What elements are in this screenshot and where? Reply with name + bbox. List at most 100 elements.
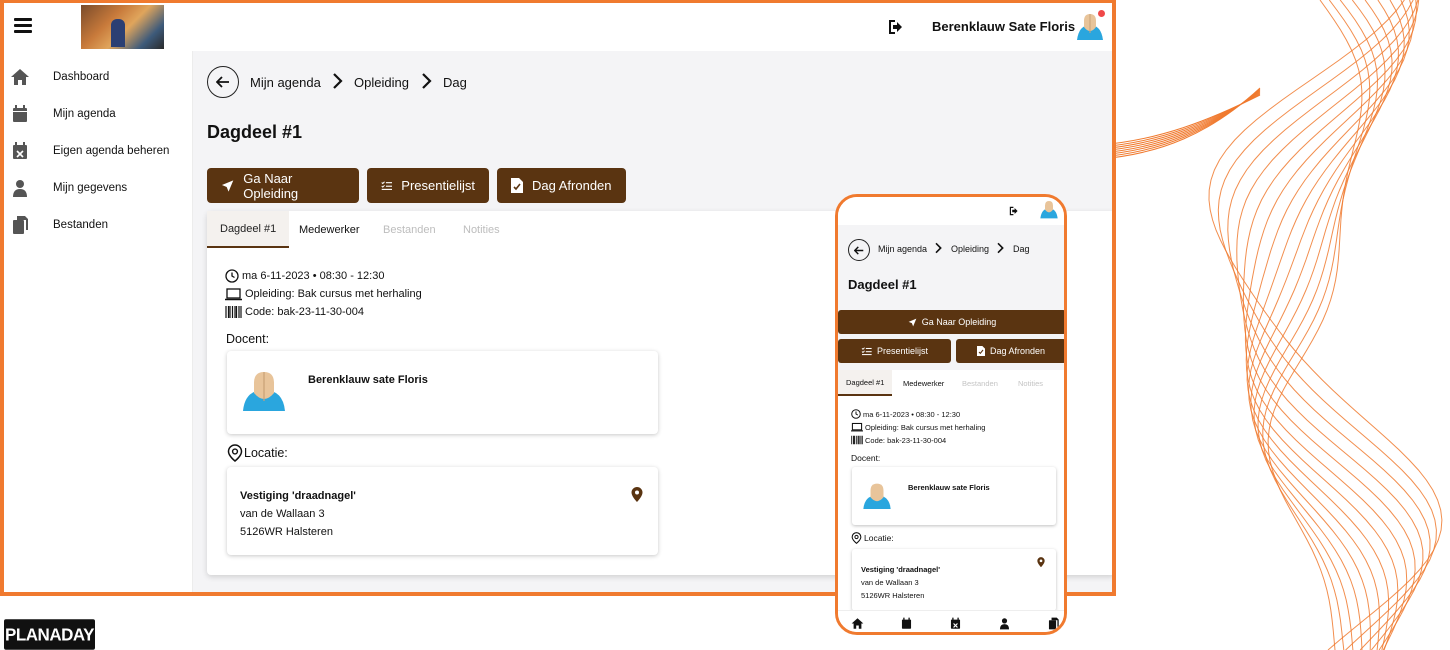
attendance-list-button[interactable]: Presentielijst <box>838 339 951 363</box>
docent-label: Docent: <box>226 332 270 346</box>
files-icon <box>13 216 28 234</box>
mobile-back-button[interactable] <box>848 239 870 261</box>
code-row: Code: bak-23-11-30-004 <box>225 305 364 319</box>
finish-day-label: Dag Afronden <box>532 178 612 193</box>
wave-line <box>1262 0 1371 650</box>
location-street: van de Wallaan 3 <box>861 578 919 587</box>
code-text: Code: bak-23-11-30-004 <box>245 306 365 318</box>
tab-notities: Notities <box>463 223 500 236</box>
top-bar: Berenklauw Sate Floris <box>4 3 1112 51</box>
map-pin-outline-icon <box>227 444 243 462</box>
training-text: Opleiding: Bak cursus met herhaling <box>245 288 422 300</box>
navigation-arrow-icon <box>221 179 234 192</box>
breadcrumb-opleiding[interactable]: Opleiding <box>951 244 989 254</box>
file-check-icon <box>976 346 985 356</box>
sidebar-item-label: Mijn gegevens <box>53 182 128 194</box>
laptop-icon <box>851 422 863 432</box>
sidebar-item-mijn-gegevens[interactable]: Mijn gegevens <box>4 173 193 203</box>
docent-card[interactable]: Berenklauw sate Floris <box>852 467 1056 525</box>
arrow-left-icon <box>216 76 229 88</box>
training-text: Opleiding: Bak cursus met herhaling <box>865 422 986 432</box>
docent-avatar-icon <box>243 372 285 411</box>
checklist-icon <box>861 346 872 355</box>
breadcrumb-mijn-agenda[interactable]: Mijn agenda <box>250 75 321 90</box>
datetime-row: ma 6-11-2023 • 08:30 - 12:30 <box>851 409 960 419</box>
location-card[interactable]: Vestiging 'draadnagel' van de Wallaan 3 … <box>852 549 1056 611</box>
finish-day-label: Dag Afronden <box>989 346 1046 356</box>
docent-name: Berenklauw sate Floris <box>908 483 990 492</box>
sidebar-item-mijn-agenda[interactable]: Mijn agenda <box>4 99 193 129</box>
home-icon <box>11 69 29 85</box>
logout-icon[interactable] <box>886 17 906 37</box>
sidebar-item-label: Bestanden <box>53 219 108 231</box>
wave-line <box>1242 0 1418 650</box>
finish-day-button[interactable]: Dag Afronden <box>956 339 1064 363</box>
breadcrumb-opleiding[interactable]: Opleiding <box>354 75 409 90</box>
training-row: Opleiding: Bak cursus met herhaling <box>225 287 422 301</box>
calendar-x-icon[interactable] <box>949 617 962 630</box>
docent-card[interactable]: Berenklauw sate Floris <box>227 351 658 434</box>
location-label-row: Locatie: <box>227 444 288 462</box>
wave-line <box>1236 0 1424 650</box>
calendar-icon[interactable] <box>900 617 913 630</box>
wave-line <box>1246 0 1405 650</box>
attendance-list-button[interactable]: Presentielijst <box>367 168 489 203</box>
back-button[interactable] <box>207 66 239 98</box>
user-name[interactable]: Berenklauw Sate Floris <box>932 19 1075 34</box>
company-logo-image <box>81 5 164 49</box>
go-to-training-button[interactable]: Ga Naar Opleiding <box>207 168 359 203</box>
user-icon[interactable] <box>998 617 1011 630</box>
location-city: 5126WR Halsteren <box>240 526 333 538</box>
map-pin-icon[interactable] <box>1037 557 1045 568</box>
clock-icon <box>851 409 861 419</box>
mobile-top-bar <box>838 197 1064 225</box>
decorative-wave-lines <box>1100 0 1443 650</box>
code-text: Code: bak-23-11-30-004 <box>865 435 947 445</box>
wave-line <box>1100 88 1261 158</box>
tab-notities: Notities <box>1018 378 1044 388</box>
barcode-icon <box>225 306 242 318</box>
sidebar-item-eigen-agenda-beheren[interactable]: Eigen agenda beheren <box>4 136 193 166</box>
tab-dagdeel[interactable]: Dagdeel #1 <box>838 370 893 396</box>
files-icon[interactable] <box>1047 617 1060 630</box>
barcode-icon <box>851 435 863 445</box>
planaday-logo: PLANADAY <box>4 619 95 650</box>
breadcrumb-dag: Dag <box>1013 244 1030 254</box>
mobile-bottom-nav <box>838 610 1064 632</box>
tab-medewerker[interactable]: Medewerker <box>286 211 373 248</box>
calendar-x-icon <box>13 142 27 159</box>
chevron-right-icon <box>935 242 942 254</box>
location-name: Vestiging 'draadnagel' <box>240 490 356 502</box>
breadcrumb-dag: Dag <box>443 75 467 90</box>
calendar-icon <box>13 105 27 122</box>
mobile-preview: Mijn agenda Opleiding Dag Dagdeel #1 Ga … <box>835 194 1067 635</box>
wave-line <box>1253 0 1386 650</box>
location-street: van de Wallaan 3 <box>240 508 325 520</box>
sidebar-item-bestanden[interactable]: Bestanden <box>4 210 193 240</box>
datetime-text: ma 6-11-2023 • 08:30 - 12:30 <box>242 270 385 282</box>
breadcrumb-mijn-agenda[interactable]: Mijn agenda <box>878 244 927 254</box>
laptop-icon <box>225 288 242 301</box>
location-card[interactable]: Vestiging 'draadnagel' van de Wallaan 3 … <box>227 467 658 555</box>
sidebar-item-dashboard[interactable]: Dashboard <box>4 62 193 92</box>
go-to-training-button[interactable]: Ga Naar Opleiding <box>838 310 1064 334</box>
navigation-arrow-icon <box>908 318 917 326</box>
map-pin-icon[interactable] <box>631 487 643 503</box>
checklist-icon <box>381 180 393 190</box>
page-title: Dagdeel #1 <box>848 277 917 292</box>
attendance-list-label: Presentielijst <box>876 346 929 356</box>
sidebar-item-label: Dashboard <box>53 71 110 83</box>
tab-bestanden: Bestanden <box>962 378 998 388</box>
tab-dagdeel[interactable]: Dagdeel #1 <box>207 211 290 248</box>
chevron-right-icon <box>422 73 432 89</box>
chevron-right-icon <box>997 242 1004 254</box>
logout-icon[interactable] <box>1008 205 1020 217</box>
finish-day-button[interactable]: Dag Afronden <box>497 168 626 203</box>
tab-medewerker[interactable]: Medewerker <box>895 370 952 396</box>
menu-icon[interactable] <box>14 15 34 35</box>
home-icon[interactable] <box>851 617 864 630</box>
location-label: Locatie: <box>244 446 288 460</box>
sidebar-item-label: Eigen agenda beheren <box>53 145 170 157</box>
user-avatar-icon[interactable] <box>1039 199 1059 219</box>
clock-icon <box>225 269 239 283</box>
